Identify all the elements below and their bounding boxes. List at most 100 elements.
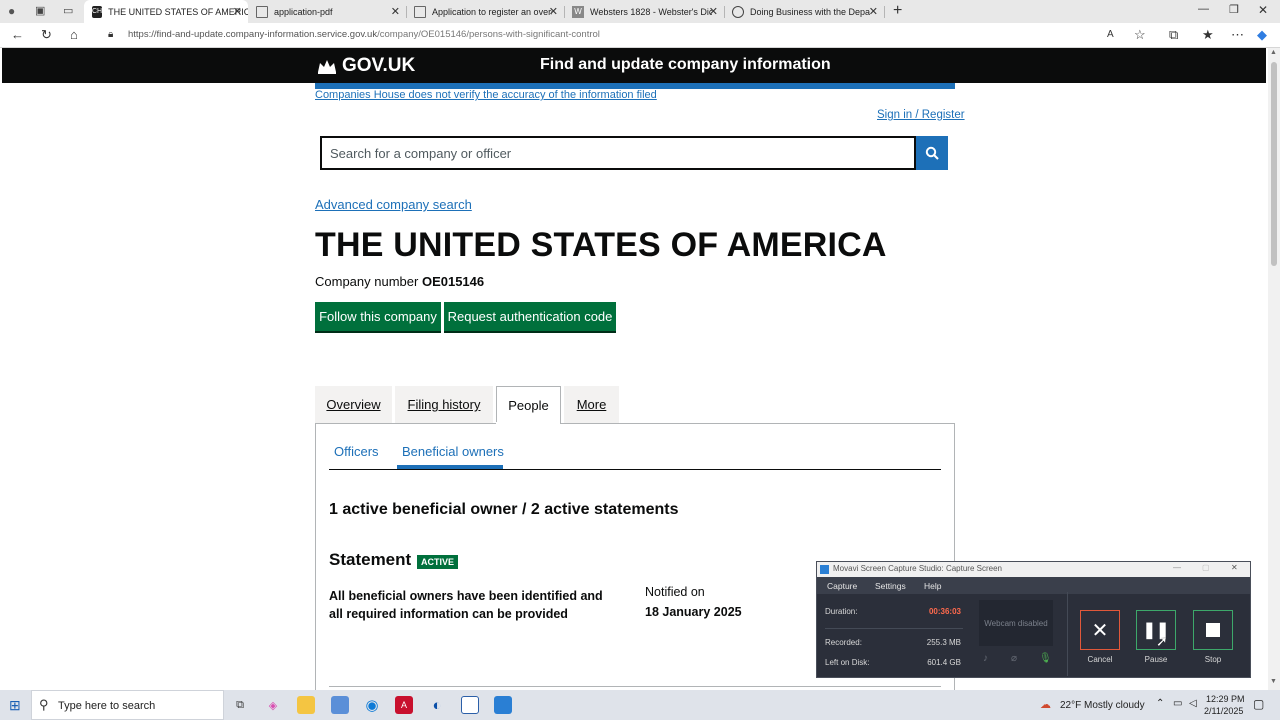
clock-date[interactable]: 2/11/2025 bbox=[1204, 706, 1243, 716]
tab-label: People bbox=[508, 398, 549, 413]
tab-doing-business[interactable]: Doing Business with the Departm ✕ bbox=[724, 0, 884, 23]
url-field[interactable]: https://find-and-update.company-informat… bbox=[128, 29, 600, 40]
menu-settings[interactable]: Settings bbox=[875, 581, 906, 591]
advanced-search-link[interactable]: Advanced company search bbox=[315, 197, 472, 212]
close-icon[interactable]: ✕ bbox=[391, 5, 400, 18]
tab-overview[interactable]: Overview bbox=[315, 386, 392, 423]
windows-start-icon[interactable]: ⊞ bbox=[9, 697, 21, 714]
taskbar-search[interactable]: ⚲ Type here to search bbox=[31, 690, 224, 720]
home-icon[interactable]: ⌂ bbox=[70, 27, 78, 42]
tab-more[interactable]: More bbox=[564, 386, 619, 423]
favorites-icon[interactable]: ★ bbox=[1202, 27, 1214, 43]
system-audio-off-icon[interactable]: ♪ bbox=[983, 653, 988, 664]
accuracy-notice-link[interactable]: Companies House does not verify the accu… bbox=[315, 89, 657, 101]
browser-app-icon[interactable]: ◐ bbox=[428, 696, 446, 714]
movavi-title: Movavi Screen Capture Studio: Capture Sc… bbox=[833, 564, 1002, 573]
minimize-icon[interactable]: — bbox=[1173, 563, 1181, 572]
refresh-icon[interactable]: ↻ bbox=[41, 27, 52, 43]
more-menu-icon[interactable]: ⋯ bbox=[1231, 27, 1244, 43]
movavi-taskbar-icon[interactable] bbox=[494, 696, 512, 714]
close-icon[interactable]: ✕ bbox=[549, 5, 558, 18]
tab-filing-history[interactable]: Filing history bbox=[395, 386, 493, 423]
extensions-icon[interactable]: ⧉ bbox=[1169, 27, 1178, 43]
lock-icon[interactable]: 🔒︎ bbox=[108, 29, 113, 40]
govuk-header: GOV.UK Find and update company informati… bbox=[2, 48, 1266, 83]
weather-text[interactable]: 22°F Mostly cloudy bbox=[1060, 700, 1145, 711]
stop-button[interactable] bbox=[1193, 610, 1233, 650]
close-window-icon[interactable]: ✕ bbox=[1258, 3, 1268, 17]
network-icon[interactable]: ▭ bbox=[1173, 698, 1182, 709]
subtab-officers[interactable]: Officers bbox=[334, 444, 379, 459]
notifications-icon[interactable]: ▢ bbox=[1253, 697, 1264, 711]
favorite-star-icon[interactable]: ☆ bbox=[1134, 27, 1146, 43]
service-title[interactable]: Find and update company information bbox=[540, 56, 831, 74]
clock-time[interactable]: 12:29 PM bbox=[1206, 694, 1245, 704]
minimize-icon[interactable]: — bbox=[1198, 3, 1209, 15]
remote-desktop-icon[interactable] bbox=[331, 696, 349, 714]
new-tab-icon[interactable]: + bbox=[893, 2, 902, 20]
websters-icon: W bbox=[572, 5, 584, 18]
maximize-icon[interactable]: ▢ bbox=[1202, 563, 1210, 572]
tab-people[interactable]: People bbox=[496, 386, 561, 424]
close-icon[interactable]: ✕ bbox=[1231, 563, 1238, 572]
duration-value: 00:36:03 bbox=[928, 607, 961, 616]
close-icon[interactable]: ✕ bbox=[869, 5, 878, 18]
page-scrollbar[interactable]: ▲ ▼ bbox=[1268, 48, 1280, 690]
subtab-beneficial-owners[interactable]: Beneficial owners bbox=[402, 444, 504, 459]
url-path: /company/OE015146/persons-with-significa… bbox=[377, 29, 600, 40]
task-view-icon[interactable]: ⧉ bbox=[231, 696, 249, 714]
restore-icon[interactable]: ❐ bbox=[1229, 3, 1239, 16]
scroll-down-icon[interactable]: ▼ bbox=[1270, 678, 1277, 685]
tab-company[interactable]: CH THE UNITED STATES OF AMERICA ✕ bbox=[84, 0, 248, 23]
close-icon[interactable]: ✕ bbox=[233, 5, 242, 18]
edge-icon[interactable]: ◉ bbox=[363, 696, 381, 714]
section-divider bbox=[329, 686, 941, 687]
copilot-icon[interactable]: ◈ bbox=[264, 696, 282, 714]
scroll-thumb[interactable] bbox=[1271, 62, 1277, 266]
duration-label: Duration: bbox=[825, 607, 858, 616]
taskbar-search-placeholder: Type here to search bbox=[58, 700, 156, 712]
read-aloud-icon[interactable]: A bbox=[1107, 29, 1114, 40]
volume-icon[interactable]: ◁ bbox=[1189, 698, 1197, 709]
govuk-logo[interactable]: GOV.UK bbox=[316, 55, 415, 77]
workspaces-icon[interactable]: ▣ bbox=[35, 4, 45, 17]
search-input[interactable]: Search for a company or officer bbox=[320, 136, 916, 170]
back-icon[interactable]: ← bbox=[11, 27, 24, 42]
tab-application-pdf[interactable]: application-pdf ✕ bbox=[248, 0, 406, 23]
pause-label: Pause bbox=[1144, 655, 1168, 664]
profile-icon[interactable]: ● bbox=[8, 4, 15, 18]
webcam-off-icon[interactable]: ⌀ bbox=[1011, 653, 1017, 664]
follow-company-button[interactable]: Follow this company bbox=[315, 302, 441, 331]
acrobat-icon[interactable]: A bbox=[395, 696, 413, 714]
tab-separator bbox=[884, 6, 885, 18]
cancel-button[interactable]: ✕ bbox=[1080, 610, 1120, 650]
copilot-icon[interactable]: ◆ bbox=[1257, 27, 1267, 43]
document-app-icon[interactable] bbox=[461, 696, 479, 714]
tab-application-register[interactable]: Application to register an overse ✕ bbox=[406, 0, 564, 23]
stop-icon bbox=[1206, 623, 1220, 637]
menu-help[interactable]: Help bbox=[924, 581, 941, 591]
scroll-up-icon[interactable]: ▲ bbox=[1270, 49, 1277, 56]
tab-label: More bbox=[576, 397, 607, 412]
sign-in-link[interactable]: Sign in / Register bbox=[877, 109, 965, 121]
status-badge: ACTIVE bbox=[417, 555, 459, 569]
chevron-up-icon[interactable]: ⌃ bbox=[1156, 698, 1164, 709]
tab-title: THE UNITED STATES OF AMERICA bbox=[108, 6, 248, 17]
request-auth-code-button[interactable]: Request authentication code bbox=[444, 302, 616, 331]
tab-websters[interactable]: W Websters 1828 - Webster's Dictio ✕ bbox=[564, 0, 724, 23]
menu-capture[interactable]: Capture bbox=[827, 581, 857, 591]
tab-label: Filing history bbox=[407, 397, 481, 412]
tab-title: application-pdf bbox=[274, 6, 333, 17]
close-icon[interactable]: ✕ bbox=[709, 5, 718, 18]
tab-actions-icon[interactable]: ▭ bbox=[63, 4, 73, 17]
mouse-cursor-icon: ➚ bbox=[1156, 633, 1168, 649]
file-explorer-icon[interactable] bbox=[297, 696, 315, 714]
microphone-icon[interactable]: 🎙︎ bbox=[1039, 653, 1052, 664]
movavi-app-icon bbox=[820, 565, 829, 574]
divider bbox=[1067, 592, 1068, 676]
movavi-menu: Capture Settings Help bbox=[817, 577, 1250, 594]
search-button[interactable] bbox=[916, 136, 948, 170]
recorded-value: 255.3 MB bbox=[926, 638, 961, 647]
address-bar-row: ← ↻ ⌂ 🔒︎ https://find-and-update.company… bbox=[0, 23, 1280, 48]
weather-icon[interactable]: ☁ bbox=[1040, 698, 1051, 711]
